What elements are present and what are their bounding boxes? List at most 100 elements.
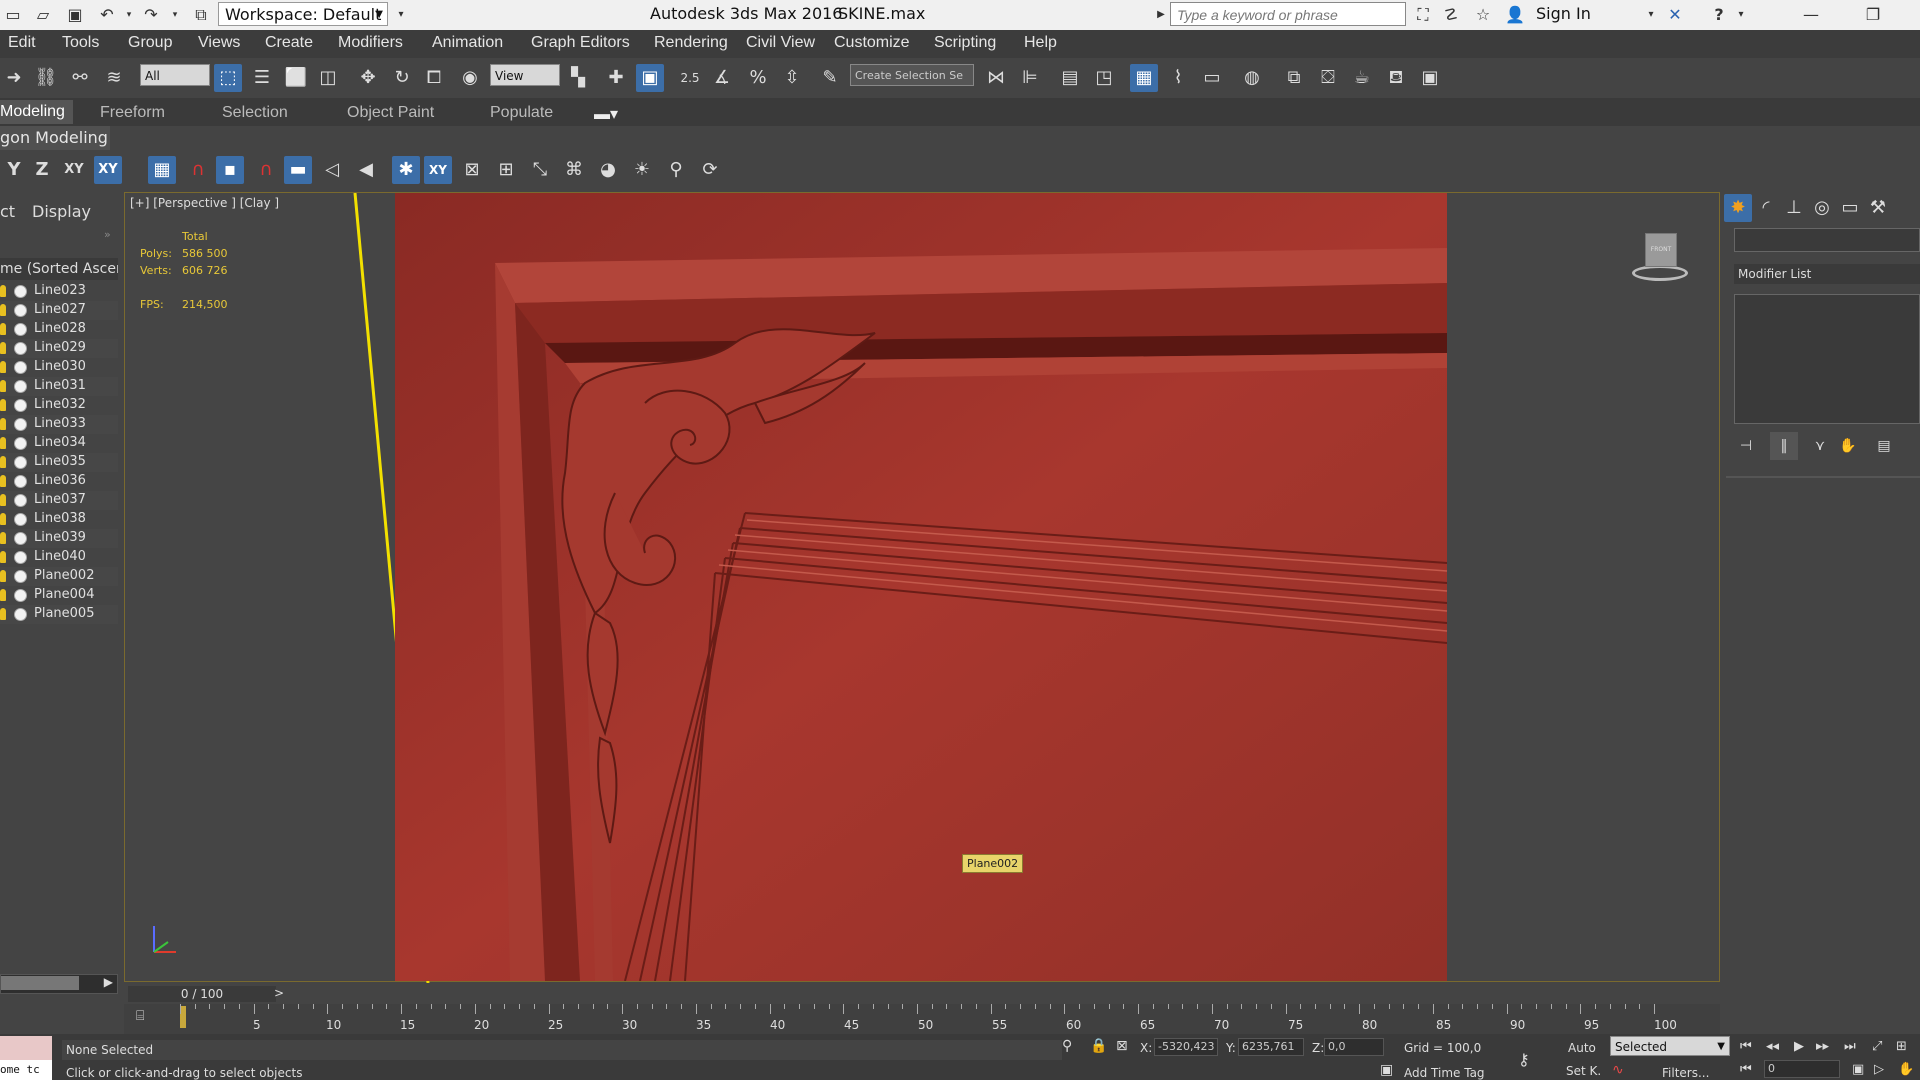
pan-icon[interactable]: ✋	[1898, 1062, 1914, 1077]
axis-xy-plane-button[interactable]: XY	[94, 156, 122, 184]
time-slider-thumb[interactable]: 0 / 100	[128, 986, 276, 1002]
spinner-snap-icon[interactable]: ⇳	[778, 64, 806, 92]
redo-icon[interactable]: ↷	[140, 4, 162, 26]
menu-customize[interactable]: Customize	[834, 34, 910, 52]
snaps-toggle-icon[interactable]: 2.5	[676, 64, 704, 92]
modifier-stack[interactable]	[1734, 294, 1920, 424]
render-setup-icon[interactable]: ⧉	[1280, 64, 1308, 92]
viewport-render-area[interactable]	[395, 193, 1447, 981]
light-bulb-icon[interactable]	[0, 399, 6, 411]
light-bulb-icon[interactable]	[0, 456, 6, 468]
expand-panel-icon[interactable]: »	[104, 228, 111, 241]
key-filter-dropdown[interactable]: Selected ▼	[1610, 1036, 1730, 1056]
configure-modifier-sets-icon[interactable]: ▤	[1870, 432, 1898, 460]
y-coord-field[interactable]: 6235,761	[1238, 1038, 1304, 1056]
add-time-tag[interactable]: Add Time Tag	[1404, 1066, 1485, 1080]
list-item[interactable]: Line040	[0, 548, 118, 567]
maxscript-mini-listener-pink[interactable]	[0, 1036, 52, 1060]
object-name-field[interactable]	[1734, 228, 1920, 252]
menu-tools[interactable]: Tools	[62, 34, 99, 52]
tab-populate[interactable]: Populate	[490, 104, 553, 122]
orbit-icon[interactable]: ▷	[1874, 1062, 1884, 1077]
keyboard-shortcut-override-icon[interactable]: ▣	[636, 64, 664, 92]
current-frame-field[interactable]: 0	[1764, 1060, 1840, 1078]
list-item[interactable]: Line023	[0, 282, 118, 301]
tab-selection[interactable]: Selection	[222, 104, 288, 122]
menu-scripting[interactable]: Scripting	[934, 34, 996, 52]
move-icon[interactable]: ✥	[354, 64, 382, 92]
list-item[interactable]: Line033	[0, 415, 118, 434]
scene-explorer-icon[interactable]: ▦	[1130, 64, 1158, 92]
sign-in-button[interactable]: Sign In	[1536, 4, 1591, 23]
ribbon-options-icon[interactable]: ▬▾	[594, 104, 618, 124]
material-editor-icon[interactable]: ◍	[1238, 64, 1266, 92]
viewcube-compass-ring[interactable]	[1632, 265, 1688, 281]
schematic-view-icon[interactable]: ▭	[1198, 64, 1226, 92]
snap-perpendicular-icon[interactable]: ◁	[318, 156, 346, 184]
mirror-icon[interactable]: ⋈	[982, 64, 1010, 92]
menu-edit[interactable]: Edit	[8, 34, 36, 52]
time-slider[interactable]	[124, 984, 1720, 1004]
zoom-all-icon[interactable]: ⊞	[1896, 1039, 1907, 1054]
menu-group[interactable]: Group	[128, 34, 172, 52]
subscription-icon[interactable]: ☡	[1440, 4, 1462, 26]
light-bulb-icon[interactable]	[0, 323, 6, 335]
light-bulb-icon[interactable]	[0, 380, 6, 392]
select-by-name-icon[interactable]: ☰	[248, 64, 276, 92]
pin-stack-icon[interactable]: ⊣	[1732, 432, 1760, 460]
list-item[interactable]: Plane004	[0, 586, 118, 605]
angle-snap-icon[interactable]: ∡	[708, 64, 736, 92]
menu-create[interactable]: Create	[265, 34, 313, 52]
light-bulb-icon[interactable]	[0, 589, 6, 601]
tab-select[interactable]: ct	[0, 202, 15, 221]
snap-options-icon[interactable]: ⊠	[458, 156, 486, 184]
go-to-start-icon[interactable]: ⏮	[1740, 1039, 1752, 1054]
viewcube-face-front[interactable]: FRONT	[1645, 233, 1677, 267]
snap-vertex-icon[interactable]: ▪	[216, 156, 244, 184]
menu-rendering[interactable]: Rendering	[654, 34, 728, 52]
named-selection-set-dropdown[interactable]: Create Selection Se	[850, 64, 974, 86]
motion-tab-icon[interactable]: ◎	[1808, 194, 1836, 222]
minimize-window-icon[interactable]: —	[1800, 4, 1822, 26]
search-input[interactable]: Type a keyword or phrase	[1170, 2, 1406, 26]
light-bulb-icon[interactable]	[0, 475, 6, 487]
light-bulb-icon[interactable]	[0, 608, 6, 620]
binoculars-icon[interactable]: ⛶	[1412, 4, 1434, 26]
align-icon[interactable]: ⊫	[1016, 64, 1044, 92]
explorer-scrollbar[interactable]: ▶	[0, 974, 118, 994]
user-icon[interactable]: 👤	[1504, 4, 1526, 26]
time-tag-icon[interactable]: ▣	[1380, 1062, 1393, 1078]
menu-help[interactable]: Help	[1024, 34, 1057, 52]
light-bulb-icon[interactable]	[0, 285, 6, 297]
light-icon[interactable]: ☀	[628, 156, 656, 184]
go-to-end-icon[interactable]: ⏭	[1844, 1039, 1856, 1054]
light-bulb-icon[interactable]	[0, 551, 6, 563]
list-item[interactable]: Line036	[0, 472, 118, 491]
hierarchy-tab-icon[interactable]: ⊥	[1780, 194, 1808, 222]
unlink-icon[interactable]: ⚯	[66, 64, 94, 92]
z-coord-field[interactable]: 0,0	[1324, 1038, 1384, 1056]
modify-tab-icon[interactable]: ◜	[1752, 194, 1780, 222]
select-and-link-icon[interactable]: ⛓	[32, 64, 60, 92]
tab-freeform[interactable]: Freeform	[100, 104, 165, 122]
undo-dropdown-icon[interactable]: ▾	[118, 4, 140, 26]
snap-grid-icon[interactable]: ▦	[148, 156, 176, 184]
selection-filter-dropdown[interactable]: All	[140, 64, 210, 86]
undo-icon[interactable]: ↶	[96, 4, 118, 26]
pivot-point-icon[interactable]: ▚	[564, 64, 592, 92]
favorites-star-icon[interactable]: ☆	[1472, 4, 1494, 26]
make-unique-icon[interactable]: ⋎	[1806, 432, 1834, 460]
grid-icon[interactable]: ⊞	[492, 156, 520, 184]
x-coord-field[interactable]: -5320,423	[1154, 1038, 1218, 1056]
list-item[interactable]: Line034	[0, 434, 118, 453]
snap-pivot-icon[interactable]: ∩	[184, 156, 212, 184]
snap-axis-constraint-icon[interactable]: XY	[424, 156, 452, 184]
play-icon[interactable]: ▶	[1794, 1039, 1804, 1054]
light-bulb-icon[interactable]	[0, 304, 6, 316]
set-key-icon[interactable]: ⚷	[1518, 1050, 1530, 1069]
snap-to-frozen-icon[interactable]: ✱	[392, 156, 420, 184]
rotate-view-icon[interactable]: ⟳	[696, 156, 724, 184]
zoom-extents-icon[interactable]: ⤢	[1872, 1039, 1882, 1054]
next-frame-icon[interactable]: ▸▸	[1816, 1039, 1829, 1054]
auto-key-button[interactable]: Auto	[1568, 1041, 1596, 1055]
